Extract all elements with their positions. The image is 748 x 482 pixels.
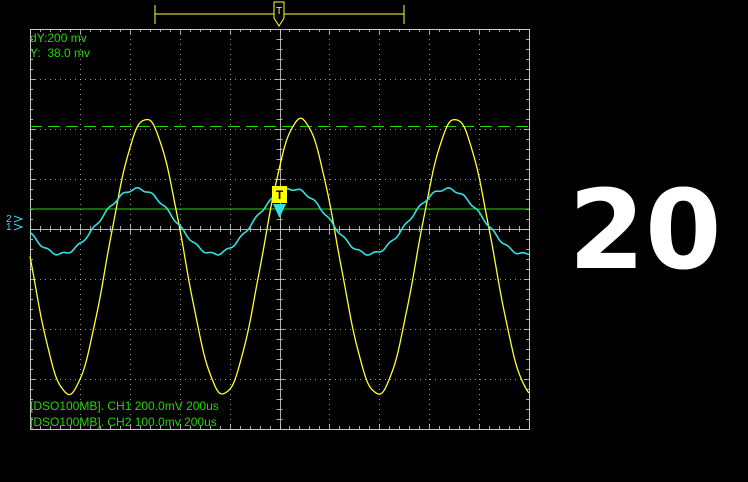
timebase-bracket[interactable]: T: [154, 1, 405, 27]
top-trigger-marker: T: [276, 6, 282, 17]
y-readout: Y: 38.0 mv: [30, 46, 91, 60]
ch1-status: [DSO100MB]. CH1 200.0mV 200us: [30, 399, 219, 413]
frame-counter: 20: [568, 166, 722, 294]
trigger-badge-label: T: [276, 188, 284, 202]
ch2-status: [DSO100MB]. CH2 100.0mv 200us: [30, 415, 217, 429]
trigger-badge[interactable]: T: [272, 186, 287, 218]
dy-readout: dY:200 mv: [30, 31, 87, 45]
ch1-marker: 1: [6, 222, 12, 233]
channel-markers[interactable]: 2 1: [6, 214, 24, 233]
